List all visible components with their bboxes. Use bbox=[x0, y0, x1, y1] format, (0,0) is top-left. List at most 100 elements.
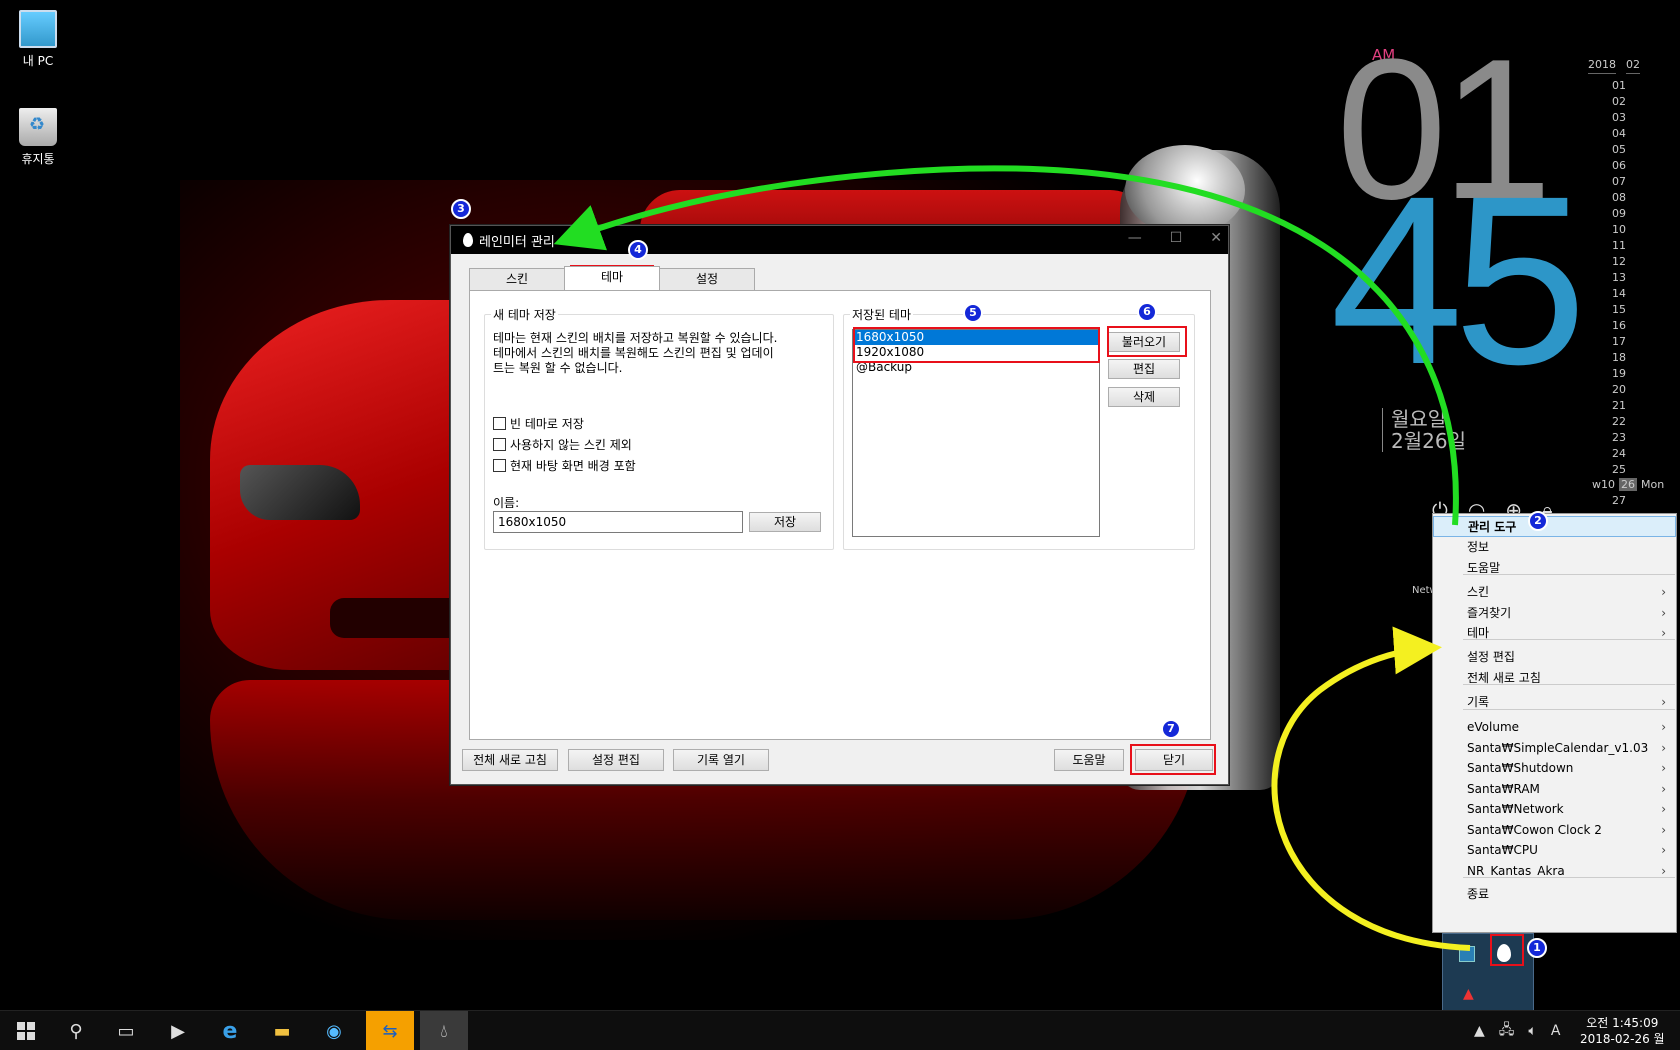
open-log-button[interactable]: 기록 열기 bbox=[673, 749, 769, 771]
minimize-icon[interactable]: — bbox=[1128, 230, 1142, 246]
taskbar-time: 오전 1:45:09 bbox=[1586, 1016, 1659, 1030]
context-menu-item[interactable]: 정보 bbox=[1433, 537, 1676, 558]
start-button[interactable] bbox=[2, 1011, 50, 1050]
maximize-icon[interactable]: ☐ bbox=[1170, 230, 1183, 246]
description-line: 테마는 현재 스킨의 배치를 저장하고 복원할 수 있습니다. bbox=[493, 331, 778, 345]
saved-themes-group: 저장된 테마 1680x1050 1920x1080 @Backup 불러오기 … bbox=[843, 306, 1195, 550]
rainmeter-context-menu: 관리 도구 정보 도움말 스킨 › 즐겨찾기 › 테마 › 설정 편집 전체 새로 고침 기록 › eVo… bbox=[1432, 513, 1677, 933]
context-menu-item[interactable]: Santa₩Network › bbox=[1433, 799, 1676, 820]
calendar-week: w10 bbox=[1592, 478, 1615, 491]
context-menu-item[interactable]: 전체 새로 고침 bbox=[1433, 668, 1676, 689]
edit-settings-button[interactable]: 설정 편집 bbox=[568, 749, 664, 771]
edit-theme-button[interactable]: 편집 bbox=[1108, 359, 1180, 379]
tab-settings[interactable]: 설정 bbox=[659, 268, 755, 290]
context-menu-item[interactable]: NR_Kantas_Akra › bbox=[1433, 861, 1676, 882]
context-menu-item[interactable]: eVolume › bbox=[1433, 717, 1676, 738]
calendar-day: 02 bbox=[1612, 95, 1626, 108]
chevron-right-icon: › bbox=[1661, 802, 1666, 816]
teamviewer-icon[interactable]: ⇆ bbox=[366, 1011, 414, 1050]
taskbar-date: 2018-02-26 월 bbox=[1580, 1032, 1665, 1046]
theme-name-input[interactable]: 1680x1050 bbox=[493, 511, 743, 533]
delete-theme-button[interactable]: 삭제 bbox=[1108, 387, 1180, 407]
media-center-icon[interactable]: ◉ bbox=[310, 1011, 358, 1050]
tab-skins[interactable]: 스킨 bbox=[469, 268, 565, 290]
context-menu-item[interactable]: 도움말 bbox=[1433, 558, 1676, 579]
calendar-day: 10 bbox=[1612, 223, 1626, 236]
load-theme-button[interactable]: 불러오기 bbox=[1108, 332, 1180, 352]
calendar-day: 22 bbox=[1612, 415, 1626, 428]
taskbar-clock[interactable]: 오전 1:45:09 2018-02-26 월 bbox=[1580, 1015, 1665, 1047]
calendar-day: 17 bbox=[1612, 335, 1626, 348]
theme-list-item[interactable]: 1680x1050 bbox=[853, 330, 1099, 345]
file-explorer-icon[interactable]: ▬ bbox=[258, 1011, 306, 1050]
tray-app-icon[interactable]: ▲ bbox=[1463, 986, 1474, 1002]
theme-list-item[interactable]: 1920x1080 bbox=[853, 345, 1099, 360]
context-menu-item-label: 설정 편집 bbox=[1467, 650, 1515, 664]
menu-separator bbox=[1463, 639, 1675, 640]
chevron-right-icon: › bbox=[1661, 720, 1666, 734]
close-icon[interactable]: ✕ bbox=[1210, 230, 1222, 246]
menu-separator bbox=[1463, 574, 1675, 575]
chevron-right-icon: › bbox=[1661, 606, 1666, 620]
system-tray: ▲ 🖧︎ 🔈︎ A bbox=[1474, 1011, 1560, 1050]
context-menu-item[interactable]: Santa₩CPU › bbox=[1433, 840, 1676, 861]
tab-themes[interactable]: 테마 bbox=[564, 266, 660, 290]
context-menu-item[interactable]: 관리 도구 bbox=[1433, 516, 1676, 537]
start-icon bbox=[17, 1022, 35, 1040]
checkbox[interactable] bbox=[493, 438, 506, 451]
annotation-badge: 4 bbox=[628, 240, 648, 260]
checkbox-include-wallpaper[interactable]: 현재 바탕 화면 배경 포함 bbox=[493, 457, 636, 474]
context-menu-item[interactable]: 종료 bbox=[1433, 884, 1676, 905]
chevron-up-icon[interactable]: ▲ bbox=[1474, 1023, 1485, 1039]
theme-name-label: 이름: bbox=[493, 496, 520, 510]
ime-indicator[interactable]: A bbox=[1551, 1023, 1561, 1039]
theme-list-item[interactable]: @Backup bbox=[853, 360, 1099, 375]
desktop-icon-my-pc[interactable]: 내 PC bbox=[3, 10, 73, 69]
chevron-right-icon: › bbox=[1661, 741, 1666, 755]
context-menu-item[interactable]: 스킨 › bbox=[1433, 582, 1676, 603]
calendar-day: 01 bbox=[1612, 79, 1626, 92]
annotation-badge: 3 bbox=[451, 199, 471, 219]
desktop-icon-recycle-bin[interactable]: 휴지통 bbox=[3, 108, 73, 167]
menu-separator bbox=[1463, 709, 1675, 710]
context-menu-item[interactable]: Santa₩Cowon Clock 2 › bbox=[1433, 820, 1676, 841]
saved-themes-list[interactable]: 1680x1050 1920x1080 @Backup bbox=[852, 329, 1100, 537]
rainmeter-tray-icon[interactable] bbox=[1497, 944, 1511, 962]
volume-icon[interactable]: 🔈︎ bbox=[1528, 1023, 1536, 1039]
checkbox-empty-theme[interactable]: 빈 테마로 저장 bbox=[493, 415, 584, 432]
context-menu-item[interactable]: 테마 › bbox=[1433, 623, 1676, 644]
checkbox-exclude-unused[interactable]: 사용하지 않는 스킨 제외 bbox=[493, 436, 632, 453]
checkbox[interactable] bbox=[493, 417, 506, 430]
calendar-day: 24 bbox=[1612, 447, 1626, 460]
context-menu-item-label: 전체 새로 고침 bbox=[1467, 671, 1541, 685]
checkbox[interactable] bbox=[493, 459, 506, 472]
recycle-bin-icon bbox=[19, 108, 57, 146]
context-menu-item-label: 테마 bbox=[1467, 626, 1490, 640]
search-icon[interactable]: ⚲ bbox=[52, 1011, 100, 1050]
checkbox-label: 사용하지 않는 스킨 제외 bbox=[510, 438, 632, 452]
context-menu-item-label: 도움말 bbox=[1467, 561, 1501, 575]
network-icon[interactable]: 🖧︎ bbox=[1499, 1019, 1515, 1043]
saved-themes-group-label: 저장된 테마 bbox=[850, 306, 914, 323]
help-button[interactable]: 도움말 bbox=[1054, 749, 1124, 771]
rainmeter-drop-icon bbox=[463, 233, 473, 247]
context-menu-item[interactable]: Santa₩SimpleCalendar_v1.03 › bbox=[1433, 738, 1676, 759]
tray-app-icon[interactable] bbox=[1459, 946, 1475, 962]
menu-separator bbox=[1463, 684, 1675, 685]
context-menu-item[interactable]: Santa₩RAM › bbox=[1433, 779, 1676, 800]
calendar-year: 2018 bbox=[1588, 58, 1616, 74]
context-menu-item[interactable]: Santa₩Shutdown › bbox=[1433, 758, 1676, 779]
desktop-icon-label: 휴지통 bbox=[21, 152, 55, 166]
context-menu-item[interactable]: 설정 편집 bbox=[1433, 647, 1676, 668]
refresh-all-button[interactable]: 전체 새로 고침 bbox=[462, 749, 558, 771]
context-menu-item[interactable]: 즐겨찾기 › bbox=[1433, 603, 1676, 624]
media-player-icon[interactable]: ▶ bbox=[154, 1011, 202, 1050]
task-view-icon[interactable]: ▭ bbox=[102, 1011, 150, 1050]
rainmeter-icon[interactable]: 💧︎ bbox=[420, 1011, 468, 1050]
calendar-day: 21 bbox=[1612, 399, 1626, 412]
save-theme-button[interactable]: 저장 bbox=[749, 512, 821, 532]
dialog-titlebar[interactable]: 레인미터 관리 — ☐ ✕ bbox=[451, 226, 1228, 254]
close-button[interactable]: 닫기 bbox=[1135, 749, 1213, 771]
internet-explorer-icon[interactable]: e bbox=[206, 1011, 254, 1050]
calendar-today-weekday: Mon bbox=[1641, 478, 1665, 491]
